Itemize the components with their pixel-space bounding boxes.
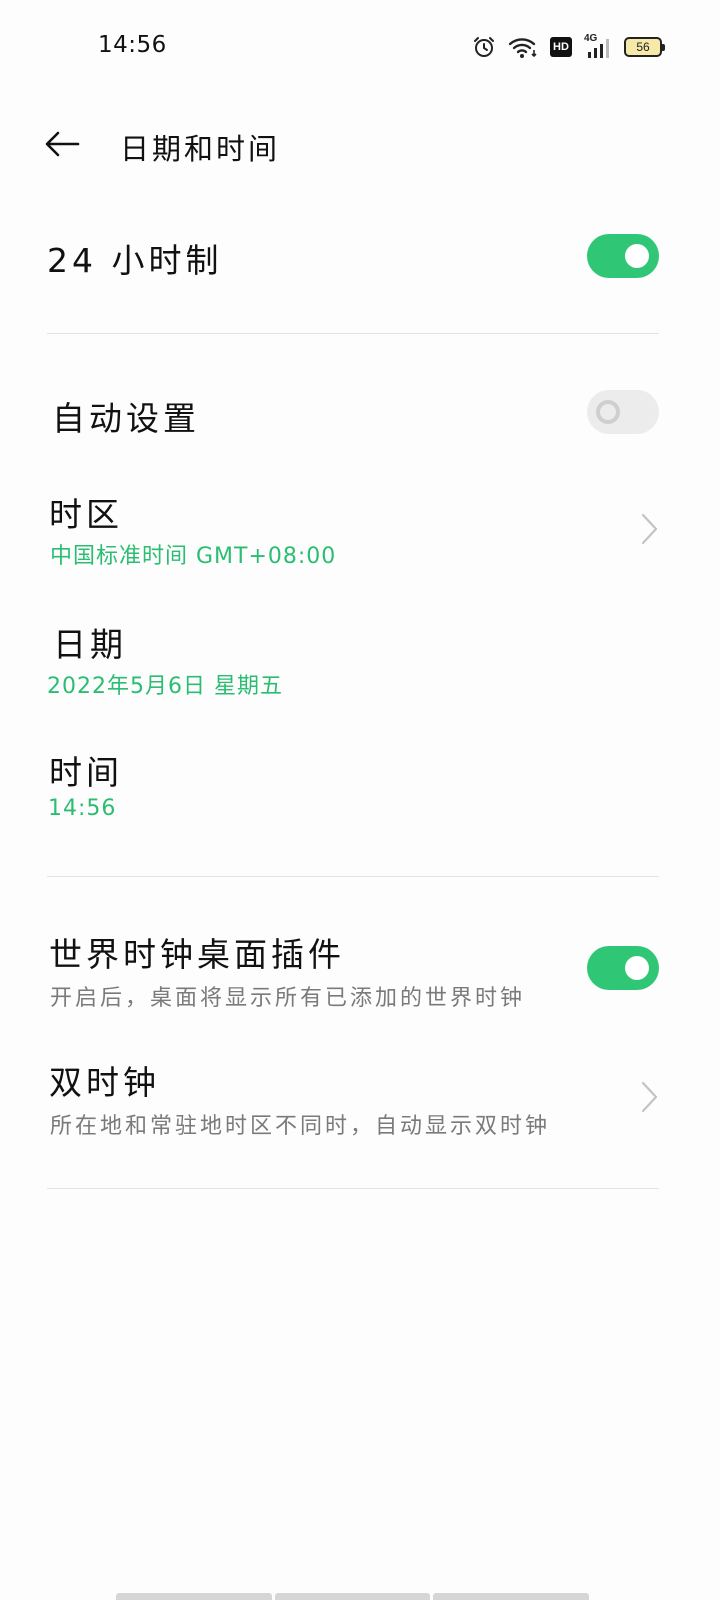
app-header: 日期和时间 xyxy=(0,108,720,180)
setting-dual-clock[interactable]: 双时钟 所在地和常驻地时区不同时，自动显示双时钟 xyxy=(0,1050,720,1150)
wifi-icon xyxy=(508,38,537,58)
setting-timezone-value: 中国标准时间 GMT+08:00 xyxy=(50,544,337,569)
4g-signal-icon: 4G xyxy=(584,33,612,59)
status-time: 14:56 xyxy=(98,32,167,58)
world-clock-widget-toggle[interactable] xyxy=(587,946,659,990)
toggle-knob xyxy=(625,244,649,268)
setting-world-clock-widget[interactable]: 世界时钟桌面插件 开启后，桌面将显示所有已添加的世界时钟 xyxy=(0,922,720,1022)
setting-timezone[interactable]: 时区 中国标准时间 GMT+08:00 xyxy=(0,480,720,580)
nav-segment xyxy=(433,1593,590,1600)
chevron-right-icon xyxy=(641,513,658,545)
nav-segment xyxy=(274,1593,431,1600)
setting-timezone-label: 时区 xyxy=(49,495,123,534)
setting-auto-set[interactable]: 自动设置 xyxy=(0,378,720,448)
setting-auto-set-label: 自动设置 xyxy=(52,399,200,438)
divider xyxy=(47,333,659,334)
setting-24-hour[interactable]: 24 小时制 xyxy=(0,222,720,292)
setting-time-label: 时间 xyxy=(49,753,123,792)
toggle-knob xyxy=(596,400,620,424)
chevron-right-icon xyxy=(641,1081,658,1113)
setting-date[interactable]: 日期 2022年5月6日 星期五 xyxy=(0,610,720,710)
setting-date-label: 日期 xyxy=(53,625,127,664)
status-bar: 14:56 HD 4G 56 xyxy=(0,0,720,92)
auto-set-toggle[interactable] xyxy=(587,390,659,434)
setting-time-value: 14:56 xyxy=(48,796,117,821)
divider xyxy=(47,1188,659,1189)
setting-dual-clock-label: 双时钟 xyxy=(49,1063,160,1102)
divider xyxy=(47,876,659,877)
battery-icon: 56 xyxy=(624,37,665,57)
setting-24-hour-label: 24 小时制 xyxy=(47,241,223,280)
24-hour-toggle[interactable] xyxy=(587,234,659,278)
setting-world-clock-widget-label: 世界时钟桌面插件 xyxy=(49,935,345,974)
back-arrow-icon[interactable] xyxy=(40,126,84,162)
battery-level: 56 xyxy=(636,40,650,54)
toggle-knob xyxy=(625,956,649,980)
setting-time[interactable]: 时间 14:56 xyxy=(0,738,720,838)
setting-dual-clock-description: 所在地和常驻地时区不同时，自动显示双时钟 xyxy=(50,1114,551,1139)
hd-icon: HD xyxy=(550,37,572,57)
setting-date-value: 2022年5月6日 星期五 xyxy=(47,674,283,699)
gesture-navigation-bar[interactable] xyxy=(116,1593,590,1600)
page-title: 日期和时间 xyxy=(120,132,281,166)
status-icons: HD 4G 56 xyxy=(472,33,665,60)
setting-world-clock-widget-description: 开启后，桌面将显示所有已添加的世界时钟 xyxy=(50,986,526,1011)
nav-segment xyxy=(116,1593,272,1600)
alarm-icon xyxy=(474,37,494,57)
